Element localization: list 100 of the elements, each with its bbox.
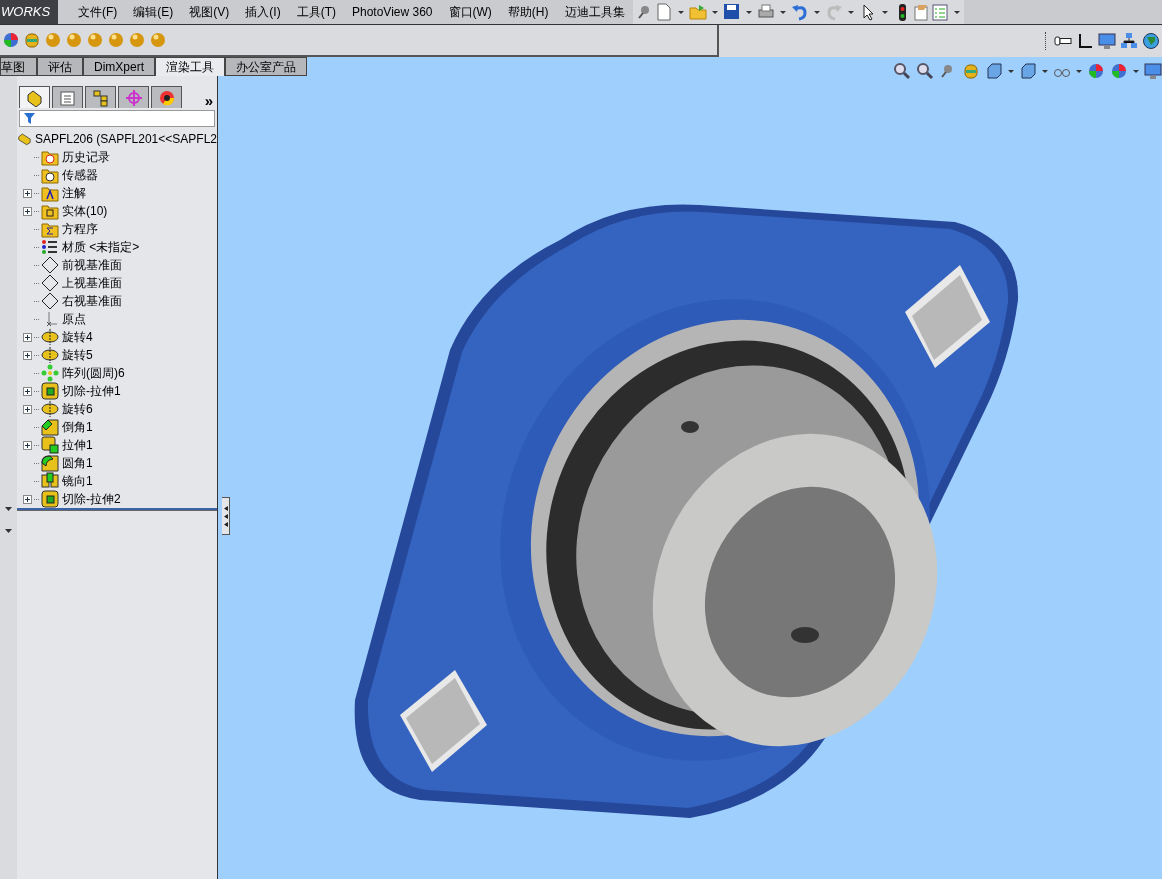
- angle-icon[interactable]: [1076, 32, 1094, 50]
- tree-item[interactable]: 历史记录: [62, 148, 110, 166]
- panel-collapse-handle[interactable]: [222, 497, 230, 535]
- revolve-icon: [41, 328, 59, 346]
- globe-icon[interactable]: [1142, 32, 1160, 50]
- caret-icon[interactable]: [1042, 69, 1048, 73]
- revolve-icon: [41, 346, 59, 364]
- crosshair-icon: [124, 88, 143, 107]
- menu-item[interactable]: 插入(I): [237, 3, 289, 21]
- expander-icon[interactable]: [23, 494, 32, 504]
- tree-item[interactable]: 旋转4: [62, 328, 93, 346]
- tree-item[interactable]: 前视基准面: [62, 256, 122, 274]
- menu-item[interactable]: 帮助(H): [499, 3, 557, 21]
- caret-icon[interactable]: [5, 507, 12, 511]
- tab[interactable]: 办公室产品: [225, 57, 307, 76]
- equation-folder-icon: [41, 220, 59, 238]
- expander-icon[interactable]: [23, 188, 32, 198]
- tree-item[interactable]: 右视基准面: [62, 292, 122, 310]
- history-folder-icon: [41, 148, 59, 166]
- expander-icon[interactable]: [23, 206, 32, 216]
- caret-icon[interactable]: [677, 10, 684, 14]
- tree-item[interactable]: 旋转5: [62, 346, 93, 364]
- caret-icon[interactable]: [779, 10, 786, 14]
- plane-icon: [41, 292, 59, 310]
- tree-item[interactable]: 实体(10): [62, 202, 108, 220]
- cube-icon[interactable]: [1019, 62, 1037, 80]
- color-wheel-icon: [157, 88, 176, 107]
- tree-item[interactable]: 阵列(圆周)6: [62, 364, 125, 382]
- caret-icon[interactable]: [5, 529, 12, 533]
- caret-icon[interactable]: [1076, 69, 1082, 73]
- clipboard-icon[interactable]: [911, 3, 930, 21]
- caret-icon[interactable]: [1133, 69, 1139, 73]
- monitor-icon[interactable]: [1144, 62, 1162, 80]
- material-icon: [41, 238, 59, 256]
- expander-icon[interactable]: [23, 386, 32, 396]
- panel-tab[interactable]: [19, 86, 50, 108]
- expander-icon[interactable]: [23, 350, 32, 360]
- caret-icon[interactable]: [881, 10, 888, 14]
- color-sphere-icon[interactable]: [2, 31, 20, 49]
- filter-icon[interactable]: [24, 113, 35, 124]
- caret-icon[interactable]: [711, 10, 718, 14]
- monitor-icon[interactable]: [1098, 32, 1116, 50]
- color-sphere-icon[interactable]: [1087, 62, 1105, 80]
- expander-icon[interactable]: [23, 440, 32, 450]
- tab[interactable]: DimXpert: [83, 57, 155, 76]
- panel-tab[interactable]: [151, 86, 182, 108]
- caret-icon[interactable]: [745, 10, 752, 14]
- filter-field[interactable]: [19, 110, 215, 127]
- menu-item[interactable]: PhotoView 360: [344, 3, 441, 21]
- caret-icon[interactable]: [953, 10, 960, 14]
- expander-icon[interactable]: [23, 404, 32, 414]
- tree-item[interactable]: 镜向1: [62, 472, 93, 490]
- cube-view-icon[interactable]: [985, 62, 1003, 80]
- menu-item[interactable]: 窗口(W): [440, 3, 500, 21]
- caret-icon[interactable]: [1008, 69, 1014, 73]
- zoom-area-icon[interactable]: [916, 62, 934, 80]
- panel-tab[interactable]: [52, 86, 83, 108]
- tab[interactable]: 草图: [0, 57, 37, 76]
- tree-item[interactable]: 原点: [62, 310, 86, 328]
- caret-icon[interactable]: [847, 10, 854, 14]
- print-icon[interactable]: [756, 3, 775, 21]
- checklist-icon[interactable]: [930, 3, 949, 21]
- tab[interactable]: 评估: [37, 57, 83, 76]
- menu-item[interactable]: 文件(F): [70, 3, 126, 21]
- menu-item[interactable]: 迈迪工具集: [556, 3, 633, 21]
- menu-item[interactable]: 工具(T): [288, 3, 344, 21]
- revolve-icon: [41, 400, 59, 418]
- menu-item[interactable]: 视图(V): [181, 3, 238, 21]
- save-icon[interactable]: [722, 3, 741, 21]
- expand-panel-button[interactable]: »: [204, 93, 213, 108]
- tree-item[interactable]: 方程序: [62, 220, 98, 238]
- plane-icon: [41, 256, 59, 274]
- zoom-fit-icon[interactable]: [893, 62, 911, 80]
- tree-item[interactable]: 材质 <未指定>: [62, 238, 140, 256]
- tree-item[interactable]: 上视基准面: [62, 274, 122, 292]
- cut-extrude-icon: [41, 382, 59, 400]
- tree-item[interactable]: 切除-拉伸1: [62, 382, 121, 400]
- caret-icon[interactable]: [813, 10, 820, 14]
- network-icon[interactable]: [1120, 32, 1138, 50]
- part-name[interactable]: SAPFL206 (SAPFL201<<SAPFL2: [34, 130, 217, 148]
- tree-item[interactable]: 注解: [62, 184, 86, 202]
- tree-item[interactable]: 旋转6: [62, 400, 93, 418]
- app-logo: WORKS: [0, 0, 58, 24]
- solid-bodies-folder-icon: [41, 202, 59, 220]
- drum-icon[interactable]: [23, 31, 41, 49]
- tab[interactable]: 渲染工具: [155, 57, 225, 76]
- menu-item[interactable]: 编辑(E): [125, 3, 182, 21]
- configuration-icon: [91, 88, 110, 107]
- extrude-icon: [41, 436, 59, 454]
- tree-item[interactable]: 切除-拉伸2: [62, 490, 121, 508]
- tree-item[interactable]: 倒角1: [62, 418, 93, 436]
- tree-item[interactable]: 传感器: [62, 166, 98, 184]
- fillet-icon: [41, 454, 59, 472]
- expander-icon[interactable]: [23, 332, 32, 342]
- tree-item[interactable]: 拉伸1: [62, 436, 93, 454]
- sensor-folder-icon: [41, 166, 59, 184]
- tree-item[interactable]: 圆角1: [62, 454, 93, 472]
- feature-tree-icon: [25, 88, 44, 107]
- color-sphere-icon[interactable]: [1110, 62, 1128, 80]
- cut-extrude-icon: [41, 490, 59, 508]
